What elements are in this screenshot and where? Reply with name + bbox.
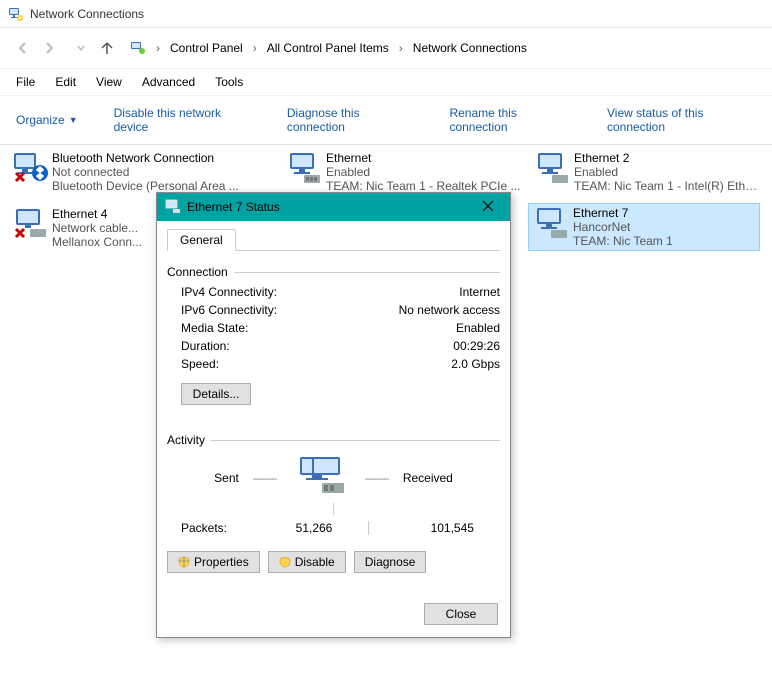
connection-item[interactable]: Ethernet 4 Network cable... Mellanox Con… xyxy=(8,205,154,251)
speed-value: 2.0 Gbps xyxy=(451,357,500,371)
connection-item[interactable]: Ethernet Enabled TEAM: Nic Team 1 - Real… xyxy=(282,149,532,195)
adapter-icon xyxy=(165,199,181,215)
adapter-icon xyxy=(530,149,574,189)
adapter-icon xyxy=(8,149,52,189)
details-button[interactable]: Details... xyxy=(181,383,251,405)
properties-button[interactable]: Properties xyxy=(167,551,260,573)
connection-item[interactable]: Ethernet 2 Enabled TEAM: Nic Team 1 - In… xyxy=(530,149,760,195)
group-connection: Connection xyxy=(167,265,500,279)
connection-device: Mellanox Conn... xyxy=(52,235,142,249)
window-titlebar: Network Connections xyxy=(0,0,772,28)
adapter-icon xyxy=(529,204,573,244)
menu-edit[interactable]: Edit xyxy=(45,71,86,93)
packets-label: Packets: xyxy=(181,521,227,535)
close-button[interactable] xyxy=(474,200,502,215)
duration-label: Duration: xyxy=(181,339,230,353)
dialog-titlebar[interactable]: Ethernet 7 Status xyxy=(157,193,510,221)
chevron-right-icon[interactable]: › xyxy=(152,41,164,55)
connection-name: Ethernet 2 xyxy=(574,151,760,165)
connection-status: Not connected xyxy=(52,165,239,179)
packets-sent: 51,266 xyxy=(262,521,332,535)
speed-label: Speed: xyxy=(181,357,219,371)
connection-status: Network cable... xyxy=(52,221,142,235)
ipv6-value: No network access xyxy=(399,303,500,317)
connection-device: TEAM: Nic Team 1 xyxy=(573,234,673,248)
navigation-bar: › Control Panel › All Control Panel Item… xyxy=(0,28,772,68)
breadcrumb[interactable]: › Control Panel › All Control Panel Item… xyxy=(130,39,531,57)
view-status-button[interactable]: View status of this connection xyxy=(597,102,766,138)
media-value: Enabled xyxy=(456,321,500,335)
packets-received: 101,545 xyxy=(404,521,474,535)
chevron-right-icon[interactable]: › xyxy=(395,41,407,55)
connection-name: Ethernet xyxy=(326,151,521,165)
ipv6-label: IPv6 Connectivity: xyxy=(181,303,277,317)
organize-button[interactable]: Organize▼ xyxy=(6,109,88,131)
chevron-right-icon[interactable]: › xyxy=(249,41,261,55)
connection-status: HancorNet xyxy=(573,220,673,234)
breadcrumb-item[interactable]: All Control Panel Items xyxy=(263,39,393,57)
breadcrumb-icon xyxy=(130,40,146,56)
connection-name: Ethernet 4 xyxy=(52,207,142,221)
connection-name: Ethernet 7 xyxy=(573,206,673,220)
dialog-title: Ethernet 7 Status xyxy=(187,200,474,214)
rename-button[interactable]: Rename this connection xyxy=(439,102,581,138)
shield-icon xyxy=(178,556,190,568)
breadcrumb-item[interactable]: Network Connections xyxy=(409,39,531,57)
recent-dropdown[interactable] xyxy=(68,35,94,61)
media-label: Media State: xyxy=(181,321,248,335)
chevron-down-icon: ▼ xyxy=(69,115,78,125)
menu-tools[interactable]: Tools xyxy=(205,71,253,93)
breadcrumb-item[interactable]: Control Panel xyxy=(166,39,247,57)
window-title: Network Connections xyxy=(30,7,144,21)
connection-item[interactable]: Ethernet 7 HancorNet TEAM: Nic Team 1 xyxy=(528,203,760,251)
menu-advanced[interactable]: Advanced xyxy=(132,71,205,93)
menu-view[interactable]: View xyxy=(86,71,132,93)
menu-bar: File Edit View Advanced Tools xyxy=(0,68,772,96)
tab-row: General xyxy=(167,229,500,251)
status-dialog: Ethernet 7 Status General Connection IPv… xyxy=(156,192,511,638)
ipv4-label: IPv4 Connectivity: xyxy=(181,285,277,299)
disable-button[interactable]: Disable xyxy=(268,551,346,573)
ipv4-value: Internet xyxy=(459,285,500,299)
received-label: Received xyxy=(403,471,453,485)
duration-value: 00:29:26 xyxy=(453,339,500,353)
connection-item[interactable]: Bluetooth Network Connection Not connect… xyxy=(8,149,258,195)
app-icon xyxy=(8,6,24,22)
connection-status: Enabled xyxy=(326,165,521,179)
adapter-icon xyxy=(282,149,326,189)
command-bar: Organize▼ Disable this network device Di… xyxy=(0,96,772,145)
activity-icon xyxy=(291,453,351,503)
connection-device: Bluetooth Device (Personal Area ... xyxy=(52,179,239,193)
connection-name: Bluetooth Network Connection xyxy=(52,151,239,165)
forward-button[interactable] xyxy=(36,35,62,61)
up-button[interactable] xyxy=(94,35,120,61)
diagnose-button[interactable]: Diagnose this connection xyxy=(277,102,424,138)
disable-device-button[interactable]: Disable this network device xyxy=(104,102,261,138)
diagnose-button[interactable]: Diagnose xyxy=(354,551,427,573)
menu-file[interactable]: File xyxy=(6,71,45,93)
back-button[interactable] xyxy=(10,35,36,61)
close-button[interactable]: Close xyxy=(424,603,498,625)
sent-label: Sent xyxy=(214,471,239,485)
shield-icon xyxy=(279,556,291,568)
group-activity: Activity xyxy=(167,433,500,447)
connection-status: Enabled xyxy=(574,165,760,179)
adapter-icon xyxy=(8,205,52,245)
connection-device: TEAM: Nic Team 1 - Realtek PCIe ... xyxy=(326,179,521,193)
tab-general[interactable]: General xyxy=(167,229,236,251)
connection-device: TEAM: Nic Team 1 - Intel(R) Ether... xyxy=(574,179,760,193)
